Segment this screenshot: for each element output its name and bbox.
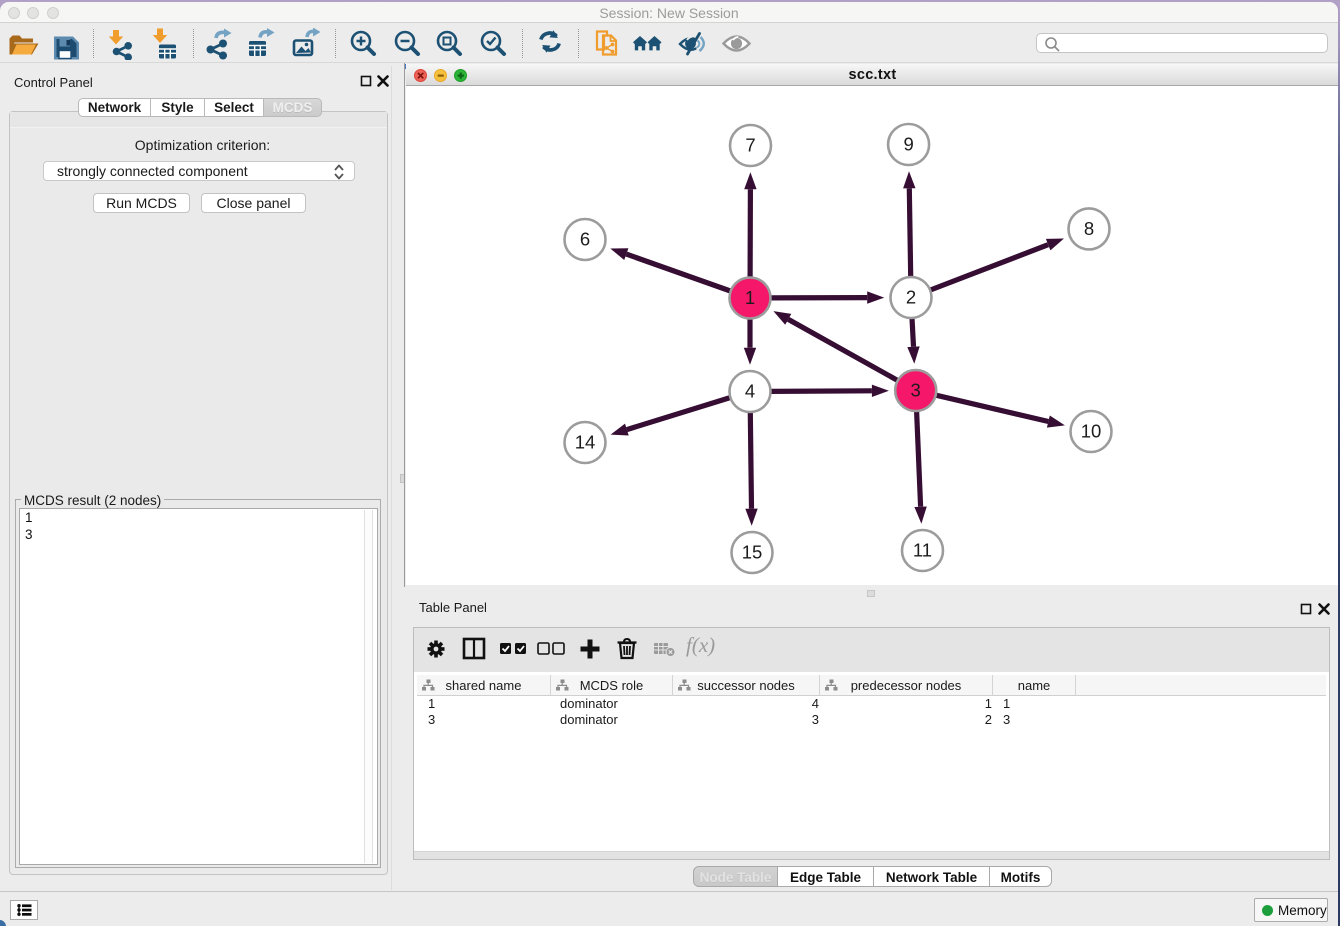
svg-text:10: 10: [1081, 420, 1102, 441]
svg-text:14: 14: [575, 431, 596, 452]
svg-text:15: 15: [742, 541, 763, 562]
svg-text:8: 8: [1084, 217, 1094, 238]
svg-text:4: 4: [745, 380, 755, 401]
svg-text:2: 2: [906, 286, 916, 307]
svg-text:11: 11: [913, 539, 932, 560]
svg-text:9: 9: [903, 133, 913, 154]
svg-text:7: 7: [745, 134, 755, 155]
svg-text:6: 6: [580, 228, 590, 249]
svg-text:1: 1: [745, 287, 755, 308]
svg-text:3: 3: [911, 379, 921, 400]
